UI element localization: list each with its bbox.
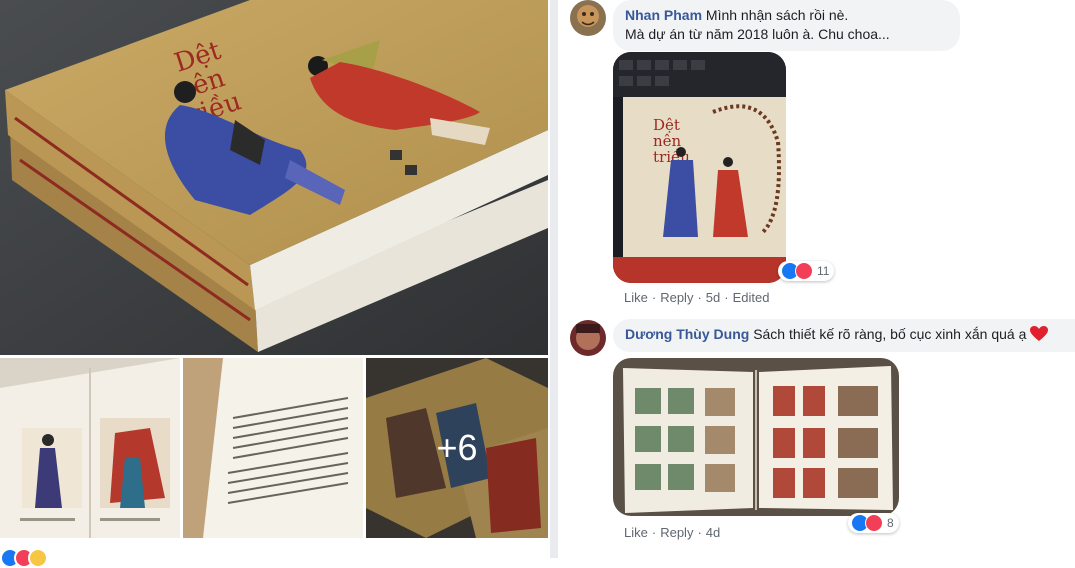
reply-link[interactable]: Reply bbox=[660, 525, 693, 540]
comment-text-2: Mà dự án từ năm 2018 luôn à. Chu choa... bbox=[625, 26, 890, 42]
love-icon bbox=[795, 262, 813, 280]
timestamp[interactable]: 5d bbox=[706, 290, 720, 305]
comments-panel: Nhan Pham Mình nhận sách rồi nè. Mà dự á… bbox=[558, 0, 1075, 558]
comment-photo[interactable]: Dệt nên triều bbox=[613, 52, 786, 283]
edited-label[interactable]: Edited bbox=[733, 290, 770, 305]
avatar[interactable] bbox=[570, 0, 606, 36]
reaction-count: 11 bbox=[817, 264, 830, 278]
photo-thumb-more[interactable]: +6 bbox=[366, 358, 548, 538]
photo-thumb-1[interactable] bbox=[0, 358, 180, 538]
reaction-count: 8 bbox=[887, 516, 894, 530]
like-link[interactable]: Like bbox=[624, 290, 648, 305]
photo-grid: Dệt nên triều +6 bbox=[0, 0, 548, 568]
comment-reactions[interactable]: 11 bbox=[778, 261, 835, 281]
more-photos-count: +6 bbox=[366, 358, 548, 538]
panel-divider bbox=[550, 0, 558, 558]
comment-actions: Like · Reply · 4d bbox=[624, 525, 721, 540]
comment-text: Sách thiết kế rõ ràng, bố cục xinh xắn q… bbox=[753, 326, 1027, 342]
comment-bubble: Dương Thùy Dung Sách thiết kế rõ ràng, b… bbox=[613, 319, 1075, 352]
heart-icon bbox=[1030, 326, 1049, 347]
avatar[interactable] bbox=[570, 320, 606, 356]
like-link[interactable]: Like bbox=[624, 525, 648, 540]
post-reactions[interactable] bbox=[0, 548, 80, 568]
comment-reactions[interactable]: 8 bbox=[848, 513, 899, 533]
comment-author[interactable]: Nhan Pham bbox=[625, 7, 702, 23]
comment-author[interactable]: Dương Thùy Dung bbox=[625, 326, 749, 342]
comment-bubble: Nhan Pham Mình nhận sách rồi nè. Mà dự á… bbox=[613, 0, 960, 51]
comment-actions: Like · Reply · 5d · Edited bbox=[624, 290, 770, 305]
comment-text: Mình nhận sách rồi nè. bbox=[705, 7, 849, 23]
main-photo[interactable]: Dệt nên triều bbox=[0, 0, 548, 355]
love-icon bbox=[865, 514, 883, 532]
comment-line: Nhan Pham Mình nhận sách rồi nè. bbox=[625, 6, 948, 25]
comment-photo[interactable] bbox=[613, 358, 899, 516]
reply-link[interactable]: Reply bbox=[660, 290, 693, 305]
haha-icon bbox=[28, 548, 48, 568]
photo-thumb-2[interactable] bbox=[183, 358, 363, 538]
timestamp[interactable]: 4d bbox=[706, 525, 720, 540]
